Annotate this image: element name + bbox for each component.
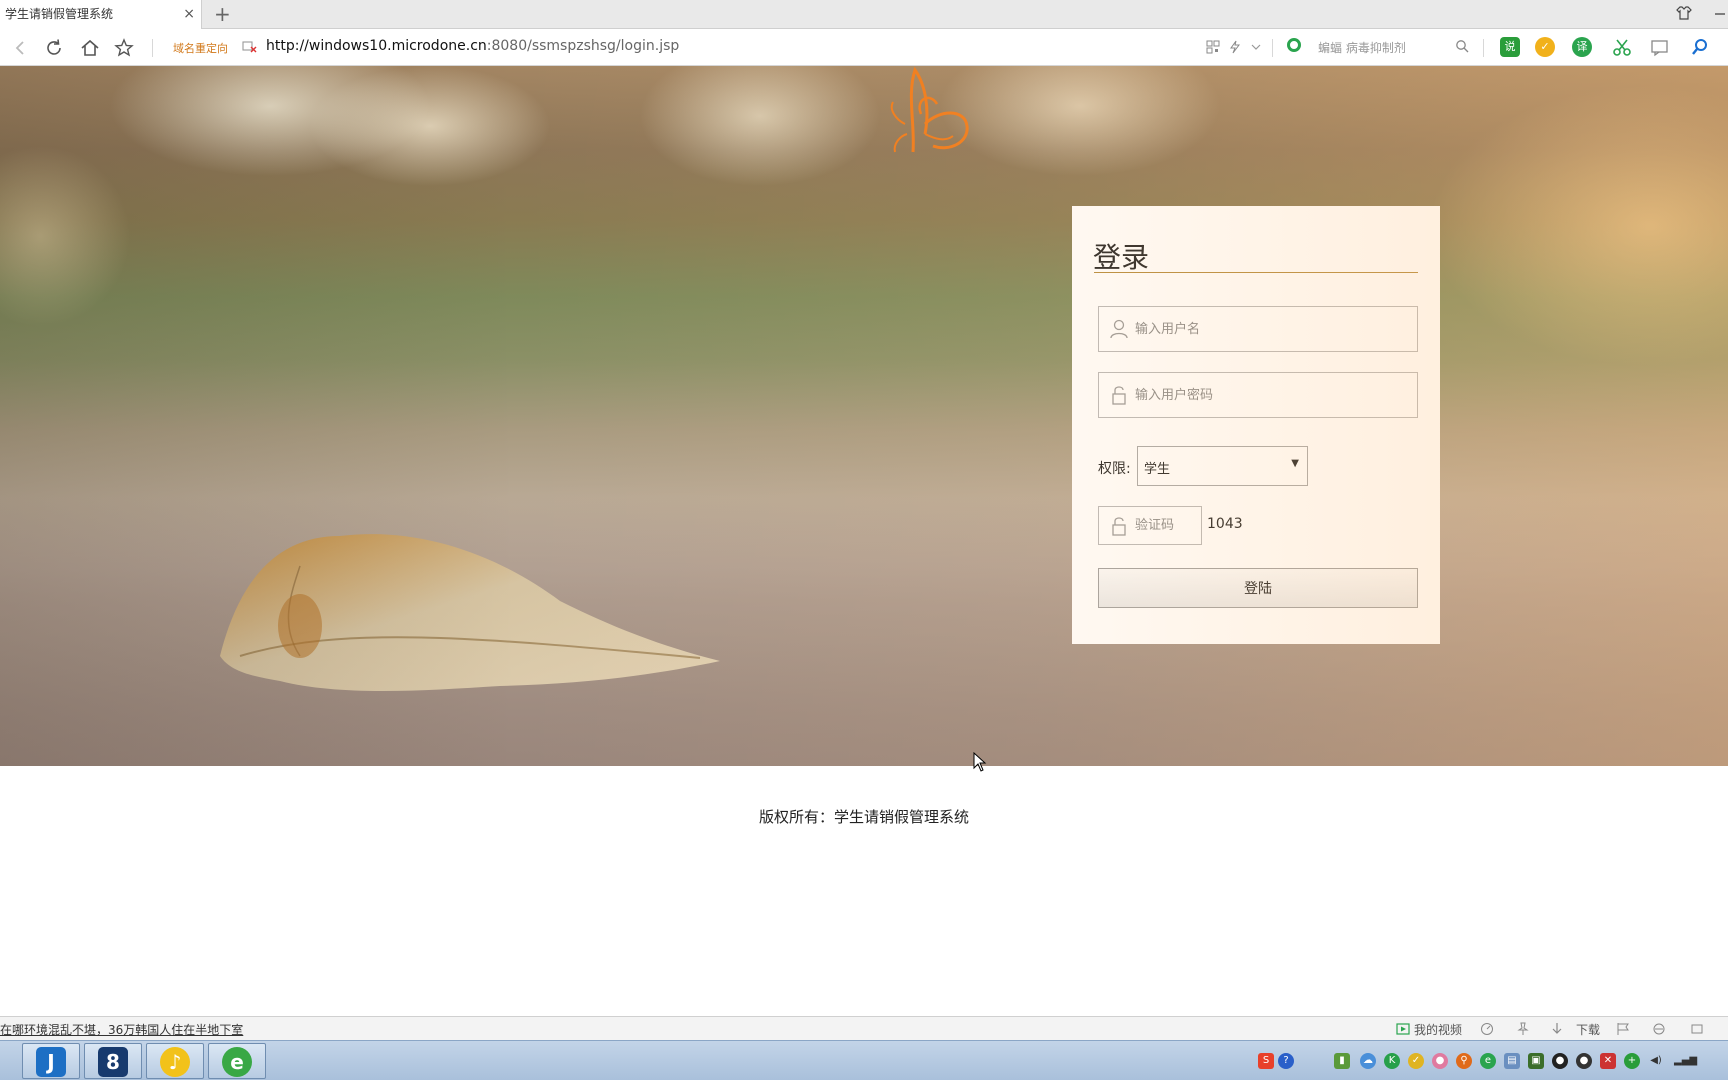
flag-icon[interactable] <box>1616 1022 1630 1036</box>
address-bar: 域名重定向 http://windows10.microdone.cn:8080… <box>0 29 1728 66</box>
news-link[interactable]: 在哪环境混乱不堪，36万韩国人住在半地下室 <box>0 1021 260 1038</box>
dropdown-arrow-icon: ▼ <box>1291 458 1299 469</box>
divider <box>1272 39 1273 57</box>
scissors-icon[interactable] <box>1612 37 1632 57</box>
captcha-field[interactable] <box>1098 506 1202 545</box>
user-icon <box>1110 319 1128 339</box>
editor-icon: 8 <box>98 1047 128 1077</box>
search-input[interactable]: 蝙蝠 病毒抑制剂 <box>1282 37 1472 59</box>
new-tab-button[interactable]: + <box>214 2 231 26</box>
tray-qq-icon[interactable]: ● <box>1552 1053 1568 1069</box>
redirect-label[interactable]: 域名重定向 <box>173 40 228 56</box>
redirect-blocked-icon[interactable] <box>242 38 258 54</box>
pin-icon[interactable] <box>1516 1022 1530 1036</box>
tab-strip: 学生请销假管理系统 × + <box>0 0 1728 29</box>
chevron-down-icon[interactable] <box>1250 40 1262 54</box>
taskbar: J 8 ♪ e S ? ▮ ☁ K ✓ ● ⚲ e ▤ ▣ ● ● ✕ + ◀)… <box>0 1040 1728 1080</box>
road-texture <box>0 496 1728 766</box>
tab-close-button[interactable]: × <box>183 0 195 29</box>
speed-icon[interactable] <box>1480 1022 1494 1036</box>
tray-battery-icon[interactable]: ▮ <box>1334 1053 1350 1069</box>
tray-security-icon[interactable]: ✓ <box>1408 1053 1424 1069</box>
browser-icon: e <box>222 1047 252 1077</box>
password-field[interactable] <box>1098 372 1418 418</box>
magnifier-icon[interactable] <box>1690 37 1710 57</box>
music-icon: ♪ <box>160 1047 190 1077</box>
browser-tab[interactable]: 学生请销假管理系统 × <box>0 0 202 29</box>
hero-background: 登录 权限: 学生 ▼ <box>0 66 1728 766</box>
lock-icon <box>1112 517 1126 536</box>
back-icon[interactable] <box>9 37 31 59</box>
qr-code-icon[interactable] <box>1206 40 1220 54</box>
home-icon[interactable] <box>79 37 101 59</box>
tray-network-error-icon[interactable]: ✕ <box>1600 1053 1616 1069</box>
title-underline <box>1094 272 1418 273</box>
captcha-code[interactable]: 1043 <box>1207 516 1243 532</box>
shirt-icon[interactable] <box>1676 5 1692 21</box>
role-select[interactable]: 学生 ▼ <box>1137 446 1308 486</box>
tray-plus-icon[interactable]: + <box>1624 1053 1640 1069</box>
my-video-link[interactable]: 我的视频 <box>1414 1021 1462 1038</box>
tray-search-icon[interactable]: ⚲ <box>1456 1053 1472 1069</box>
page-viewport: 登录 权限: 学生 ▼ <box>0 66 1728 1016</box>
divider <box>1483 39 1484 57</box>
shield-icon[interactable]: ✓ <box>1535 37 1555 57</box>
login-title: 登录 <box>1093 241 1150 274</box>
url-host: http://windows10.microdone.cn <box>266 38 487 54</box>
copyright-text: 版权所有：学生请销假管理系统 <box>0 806 1728 827</box>
username-field[interactable] <box>1098 306 1418 352</box>
role-selected-value: 学生 <box>1144 462 1171 477</box>
taskbar-app-intellij[interactable]: J <box>22 1043 80 1079</box>
window-icon[interactable] <box>1690 1022 1704 1036</box>
tray-360-icon[interactable]: e <box>1480 1053 1496 1069</box>
extension-green-icon[interactable]: 说 <box>1500 37 1520 57</box>
download-icon[interactable] <box>1550 1022 1564 1036</box>
captcha-input[interactable] <box>1135 507 1199 544</box>
reload-icon[interactable] <box>43 37 65 59</box>
mouse-cursor-icon <box>973 752 987 772</box>
lock-icon <box>1112 386 1126 405</box>
search-icon[interactable] <box>1455 39 1469 53</box>
tray-pig-icon[interactable]: ● <box>1432 1053 1448 1069</box>
leaf-image <box>220 534 720 691</box>
taskbar-app-music[interactable]: ♪ <box>146 1043 204 1079</box>
butterfly-logo-icon <box>890 66 969 153</box>
copyright-label: 版权所有：学生请销假管理系统 <box>758 808 969 826</box>
comment-icon[interactable] <box>1650 37 1670 57</box>
login-button[interactable]: 登陆 <box>1098 568 1418 608</box>
taskbar-app-editor[interactable]: 8 <box>84 1043 142 1079</box>
tray-volume-icon[interactable]: ◀) <box>1648 1053 1664 1069</box>
login-card: 登录 权限: 学生 ▼ <box>1072 206 1440 644</box>
lightning-icon[interactable] <box>1228 40 1242 54</box>
minimize-icon[interactable] <box>1712 5 1728 21</box>
intellij-icon: J <box>36 1047 66 1077</box>
url-field[interactable]: http://windows10.microdone.cn:8080/ssmsp… <box>266 38 679 54</box>
download-link[interactable]: 下载 <box>1576 1021 1600 1038</box>
tray-disk-icon[interactable]: ▤ <box>1504 1053 1520 1069</box>
tray-signal-icon[interactable]: ▂▄▆ <box>1674 1053 1697 1069</box>
tray-qq2-icon[interactable]: ● <box>1576 1053 1592 1069</box>
tray-help-icon[interactable]: ? <box>1278 1053 1294 1069</box>
star-icon[interactable] <box>113 37 135 59</box>
search-placeholder: 蝙蝠 病毒抑制剂 <box>1318 41 1406 55</box>
url-path: :8080/ssmspzshsg/login.jsp <box>486 38 680 54</box>
tray-sogou-icon[interactable]: S <box>1258 1053 1274 1069</box>
taskbar-app-browser[interactable]: e <box>208 1043 266 1079</box>
tray-cloud-icon[interactable]: ☁ <box>1360 1053 1376 1069</box>
tab-title: 学生请销假管理系统 <box>5 7 114 21</box>
tray-nvidia-icon[interactable]: ▣ <box>1528 1053 1544 1069</box>
divider <box>152 39 153 57</box>
video-icon[interactable] <box>1396 1022 1410 1036</box>
role-label: 权限: <box>1098 461 1131 477</box>
username-input[interactable] <box>1135 307 1413 351</box>
ie-icon[interactable] <box>1652 1022 1666 1036</box>
status-bar: 在哪环境混乱不堪，36万韩国人住在半地下室 我的视频 下载 <box>0 1016 1728 1040</box>
tray-k-icon[interactable]: K <box>1384 1053 1400 1069</box>
translate-icon[interactable]: 译 <box>1572 37 1592 57</box>
password-input[interactable] <box>1135 373 1413 417</box>
